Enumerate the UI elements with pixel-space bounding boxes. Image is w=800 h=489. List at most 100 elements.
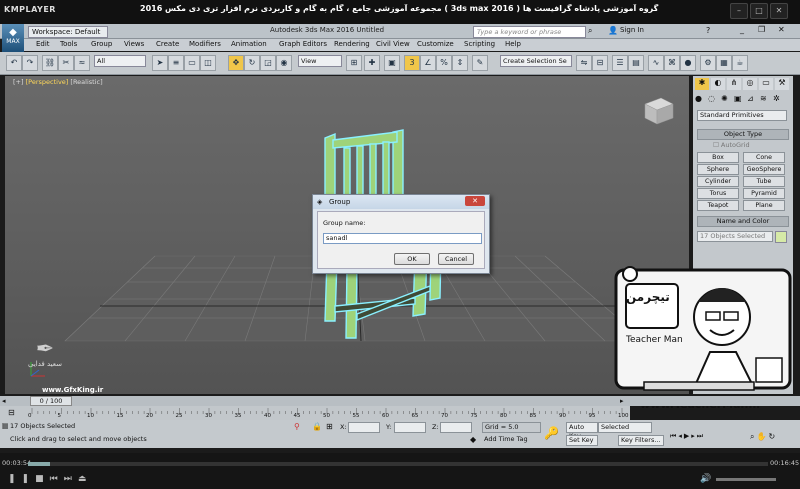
viewport-label[interactable]: [+] [Perspective] [Realistic] [13, 78, 103, 86]
undo-icon[interactable]: ↶ [6, 55, 22, 71]
menu-group[interactable]: Group [91, 40, 112, 48]
keyboard-shortcut-icon[interactable]: ▣ [384, 55, 400, 71]
curve-editor-icon[interactable]: ∿ [648, 55, 664, 71]
isolate-selection-icon[interactable]: ⚲ [294, 422, 300, 431]
prev-icon[interactable]: ⏮ [50, 474, 64, 484]
graphite-ribbon-icon[interactable]: ▤ [628, 55, 644, 71]
add-time-tag-button[interactable]: Add Time Tag [482, 435, 539, 444]
y-coordinate-field[interactable] [394, 422, 426, 433]
help-icon[interactable]: ? [706, 26, 710, 35]
modify-tab-icon[interactable]: ◐ [711, 78, 725, 90]
rectangular-selection-icon[interactable]: ▭ [184, 55, 200, 71]
view-cube[interactable] [644, 97, 674, 125]
menu-tools[interactable]: Tools [60, 40, 77, 48]
cone-button[interactable]: Cone [743, 152, 785, 163]
selection-lock-icon[interactable]: 🔒 [312, 422, 322, 431]
workspace-dropdown[interactable]: Workspace: Default [28, 26, 108, 38]
volume-slider[interactable] [716, 478, 776, 481]
menu-modifiers[interactable]: Modifiers [189, 40, 221, 48]
spacewarps-icon[interactable]: ≋ [760, 94, 771, 106]
pan-icon[interactable]: ✋ [756, 432, 768, 441]
max-app-button[interactable]: ◆ MAX [2, 24, 24, 52]
menu-create[interactable]: Create [156, 40, 179, 48]
select-manipulate-icon[interactable]: ✚ [364, 55, 380, 71]
select-and-rotate-icon[interactable]: ↻ [244, 55, 260, 71]
ok-button[interactable]: OK [394, 253, 430, 265]
render-setup-icon[interactable]: ⚙ [700, 55, 716, 71]
teapot-button[interactable]: Teapot [697, 200, 739, 211]
spinner-snap-icon[interactable]: ⇕ [452, 55, 468, 71]
utilities-tab-icon[interactable]: ⚒ [775, 78, 789, 90]
seek-bar[interactable] [28, 462, 768, 466]
menu-scripting[interactable]: Scripting [464, 40, 495, 48]
cylinder-button[interactable]: Cylinder [697, 176, 739, 187]
select-and-scale-icon[interactable]: ◲ [260, 55, 276, 71]
shapes-icon[interactable]: ◌ [708, 94, 719, 106]
search-input[interactable]: Type a keyword or phrase [473, 26, 586, 38]
reference-coordinate-dropdown[interactable]: View [298, 55, 342, 67]
x-coordinate-field[interactable] [348, 422, 380, 433]
menu-animation[interactable]: Animation [231, 40, 267, 48]
pause-icon[interactable]: ❚❚ [8, 474, 35, 484]
torus-button[interactable]: Torus [697, 188, 739, 199]
edit-named-selection-icon[interactable]: ✎ [472, 55, 488, 71]
menu-civil-view[interactable]: Civil View [376, 40, 410, 48]
layer-explorer-icon[interactable]: ☰ [612, 55, 628, 71]
key-filters-button[interactable]: Key Filters... [618, 435, 664, 446]
playback-controls[interactable]: ⏮◂▶▸⏭ [670, 432, 705, 441]
pyramid-button[interactable]: Pyramid [743, 188, 785, 199]
set-key-button[interactable]: Set Key [566, 435, 598, 446]
menu-rendering[interactable]: Rendering [334, 40, 370, 48]
group-name-input[interactable]: sanadl [323, 233, 482, 244]
autogrid-checkbox[interactable]: ☐ AutoGrid [713, 141, 750, 149]
align-icon[interactable]: ⊟ [592, 55, 608, 71]
auto-key-button[interactable]: Auto Key [566, 422, 598, 440]
box-button[interactable]: Box [697, 152, 739, 163]
sphere-button[interactable]: Sphere [697, 164, 739, 175]
hierarchy-tab-icon[interactable]: ⋔ [727, 78, 741, 90]
primitive-category-dropdown[interactable]: Standard Primitives [697, 110, 787, 121]
sign-in-button[interactable]: Sign In [620, 26, 644, 34]
stop-icon[interactable]: ■ [35, 474, 50, 484]
max-close-button[interactable]: ✕ [778, 25, 785, 34]
schematic-view-icon[interactable]: ⌘ [664, 55, 680, 71]
pivot-center-icon[interactable]: ⊞ [346, 55, 362, 71]
systems-icon[interactable]: ✲ [773, 94, 784, 106]
viewport-view-menu[interactable]: [Perspective] [26, 78, 69, 86]
mini-curve-editor-icon[interactable]: ⊟ [8, 408, 15, 417]
orbit-icon[interactable]: ↻ [768, 432, 777, 441]
cancel-button[interactable]: Cancel [438, 253, 474, 265]
object-name-field[interactable]: 17 Objects Selected [697, 231, 773, 242]
render-production-icon[interactable]: ☕ [732, 55, 748, 71]
mirror-icon[interactable]: ⇋ [576, 55, 592, 71]
bind-spacewarp-icon[interactable]: ≈ [74, 55, 90, 71]
absolute-mode-icon[interactable]: ⊞ [326, 422, 333, 431]
track-bar[interactable]: ⊟ 0 5 10 15 20 25 30 35 40 45 50 55 60 65 70 75 80 85 90 95… [0, 406, 630, 420]
plane-button[interactable]: Plane [743, 200, 785, 211]
z-coordinate-field[interactable] [440, 422, 472, 433]
max-minimize-button[interactable]: _ [740, 25, 744, 34]
material-editor-icon[interactable]: ● [680, 55, 696, 71]
window-crossing-icon[interactable]: ◫ [200, 55, 216, 71]
angle-snap-icon[interactable]: ∠ [420, 55, 436, 71]
geometry-icon[interactable]: ● [695, 94, 706, 106]
name-and-color-rollout[interactable]: Name and Color [697, 216, 789, 227]
helpers-icon[interactable]: ⊿ [747, 94, 758, 106]
rendered-frame-window-icon[interactable]: ▦ [716, 55, 732, 71]
dialog-close-button[interactable]: ✕ [465, 196, 485, 206]
kmplayer-logo[interactable]: KMPLAYER [4, 5, 56, 14]
unlink-icon[interactable]: ✂ [58, 55, 74, 71]
viewport-plus-menu[interactable]: [+] [13, 78, 24, 86]
redo-icon[interactable]: ↷ [22, 55, 38, 71]
motion-tab-icon[interactable]: ◎ [743, 78, 757, 90]
object-type-rollout[interactable]: Object Type [697, 129, 789, 140]
chair-front-leg-center[interactable] [345, 264, 358, 339]
link-icon[interactable]: ⛓ [42, 55, 58, 71]
display-tab-icon[interactable]: ▭ [759, 78, 773, 90]
object-color-swatch[interactable] [775, 231, 787, 243]
player-minimize-button[interactable]: – [730, 3, 748, 19]
next-frame-icon[interactable]: ▸ [620, 397, 624, 405]
selection-filter-dropdown[interactable]: All [94, 55, 146, 67]
tube-button[interactable]: Tube [743, 176, 785, 187]
select-object-icon[interactable]: ➤ [152, 55, 168, 71]
